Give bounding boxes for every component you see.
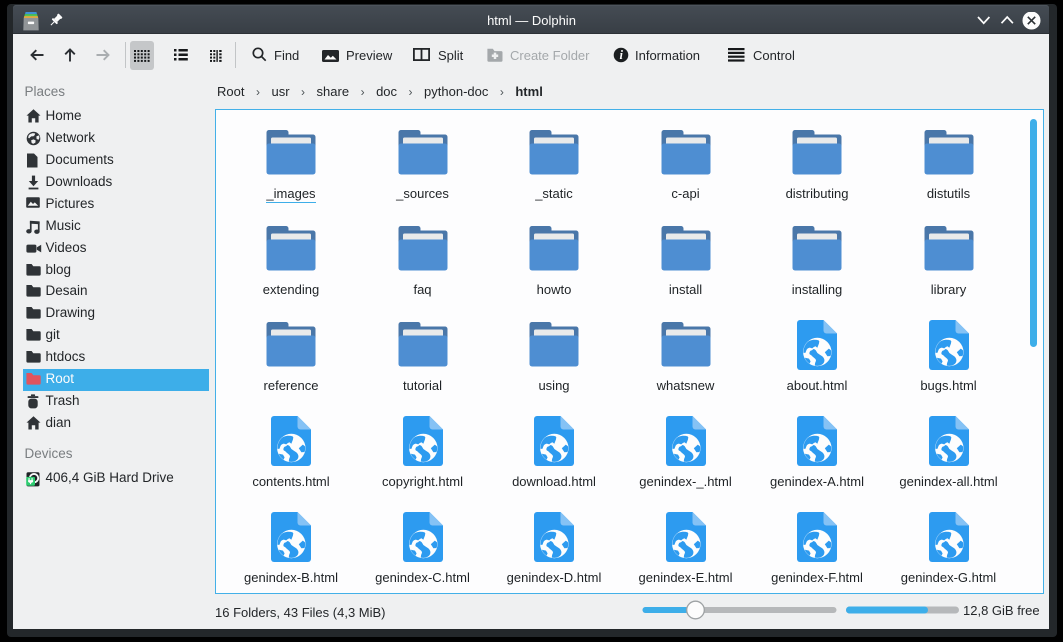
svg-text:i: i [619,48,623,62]
